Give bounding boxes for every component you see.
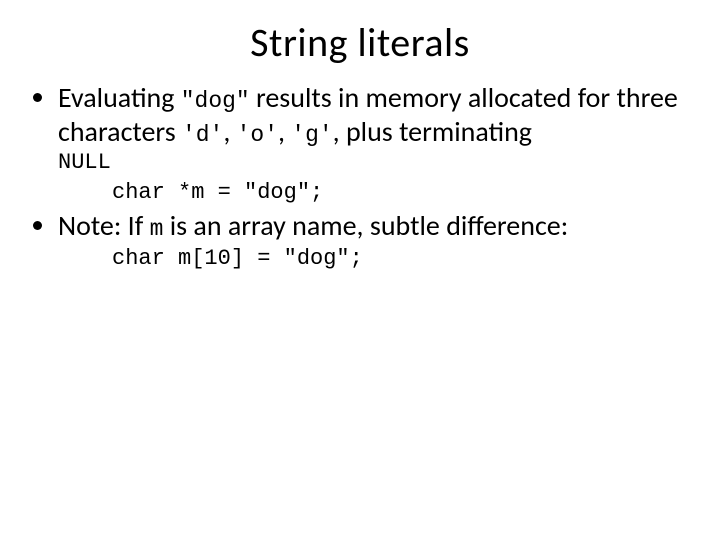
slide-title: String literals	[30, 18, 690, 67]
b2-text-mid: is an array name, subtle difference:	[163, 208, 568, 243]
b1-null: NULL	[58, 149, 690, 178]
b1-codeline: char *m = "dog";	[112, 178, 690, 208]
b1-code-o: 'o'	[237, 122, 278, 148]
bullet-1: Evaluating "dog" results in memory alloc…	[58, 81, 690, 207]
b1-code-dog: "dog"	[181, 88, 250, 114]
b1-text-pre: Evaluating	[58, 80, 181, 115]
b1-sep1: ,	[223, 114, 236, 149]
b1-code-d: 'd'	[182, 122, 223, 148]
slide-body: Evaluating "dog" results in memory alloc…	[30, 81, 690, 273]
b1-sep2: ,	[278, 114, 291, 149]
slide: String literals Evaluating "dog" results…	[0, 0, 720, 540]
b1-code-g: 'g'	[291, 122, 332, 148]
b1-text-mid2: , plus terminating	[333, 114, 532, 149]
bullet-2: Note: If m is an array name, subtle diff…	[58, 209, 690, 273]
b2-code-m: m	[150, 216, 164, 242]
b2-text-pre: Note: If	[58, 208, 150, 243]
b2-codeline: char m[10] = "dog";	[112, 244, 690, 274]
